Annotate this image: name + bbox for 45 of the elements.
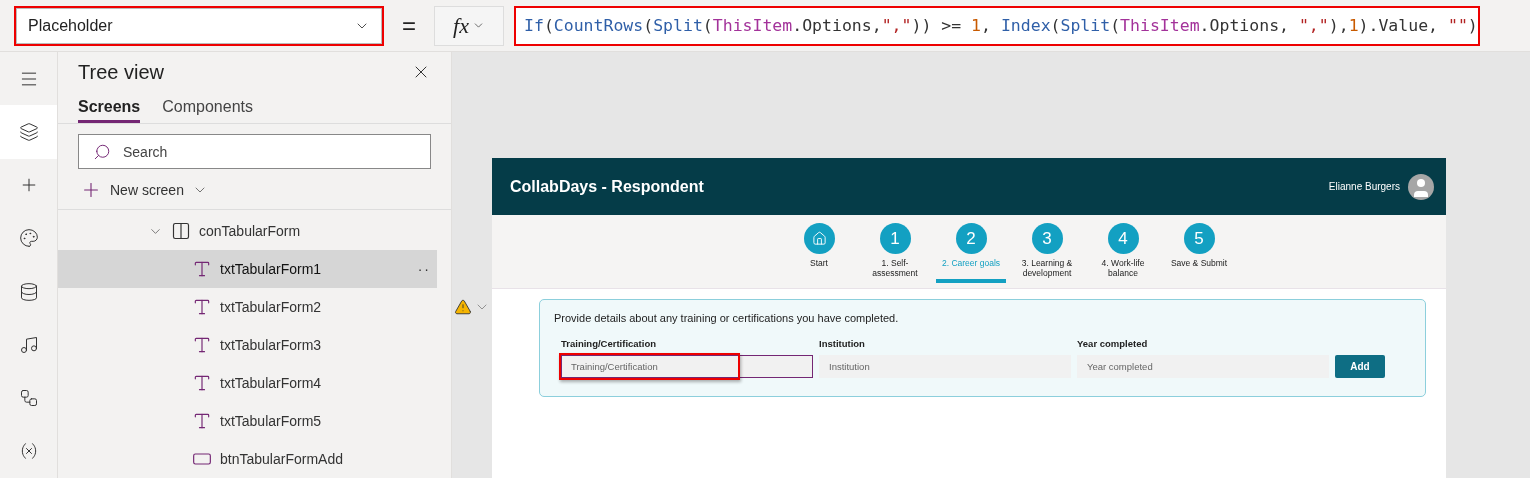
- field-label: Year completed: [1077, 338, 1149, 349]
- add-button[interactable]: Add: [1335, 355, 1385, 378]
- input-field[interactable]: Training/Certification: [561, 355, 813, 378]
- search-field[interactable]: Search: [78, 134, 431, 169]
- columns-icon: [171, 221, 191, 241]
- text-icon: [192, 297, 212, 317]
- more-button[interactable]: ··: [417, 261, 431, 277]
- avatar-icon: [1408, 173, 1434, 200]
- panel-title: Tree view: [78, 60, 164, 84]
- app-title: CollabDays - Respondent: [510, 177, 704, 196]
- cylinder-icon: [18, 281, 39, 302]
- form-intro: Provide details about any training or certifications you have completed.: [554, 312, 900, 324]
- step-tab[interactable]: 4 4. Work-life balance: [1088, 223, 1158, 283]
- text-icon: [192, 259, 212, 279]
- step-tab[interactable]: Start: [784, 223, 854, 283]
- equals-sign: =: [401, 11, 417, 40]
- search-icon: [93, 142, 111, 161]
- function-button[interactable]: fx: [434, 5, 504, 46]
- tab[interactable]: Components: [162, 92, 253, 123]
- property-dropdown[interactable]: Placeholder: [14, 5, 384, 46]
- step-tab[interactable]: 1 1. Self- assessment: [860, 223, 930, 283]
- music-note-icon: [18, 334, 39, 355]
- step-number: 1: [879, 223, 911, 254]
- step-number: 5: [1183, 223, 1215, 254]
- step-number: 4: [1107, 223, 1139, 254]
- layers-icon: [18, 121, 39, 142]
- field-label: Training/Certification: [561, 338, 657, 349]
- tab[interactable]: Screens: [78, 92, 141, 123]
- new-screen-button[interactable]: New screen: [58, 175, 451, 209]
- home-icon: [803, 223, 835, 254]
- text-icon: [192, 335, 212, 355]
- palette-icon: [18, 228, 39, 249]
- formula-field[interactable]: If(CountRows(Split(ThisItem.Options,",")) >= 1, Index(Split(ThisItem.Options, ","),1).Value, ""): [514, 5, 1480, 46]
- user-name: Elianne Burgers: [1328, 181, 1400, 192]
- text-icon: [192, 373, 212, 393]
- step-number: 3: [1031, 223, 1063, 254]
- tree-item[interactable]: txtTabularForm1 ··: [58, 250, 437, 288]
- field-label: Institution: [819, 338, 866, 349]
- step-tab[interactable]: 3 3. Learning & development: [1012, 223, 1082, 283]
- text-icon: [192, 411, 212, 431]
- rail-button[interactable]: [0, 105, 57, 159]
- warning-icon[interactable]: [454, 298, 472, 316]
- search-input[interactable]: Search: [121, 142, 371, 161]
- step-number: 2: [955, 223, 987, 254]
- step-tab[interactable]: 5 Save & Submit: [1164, 223, 1234, 283]
